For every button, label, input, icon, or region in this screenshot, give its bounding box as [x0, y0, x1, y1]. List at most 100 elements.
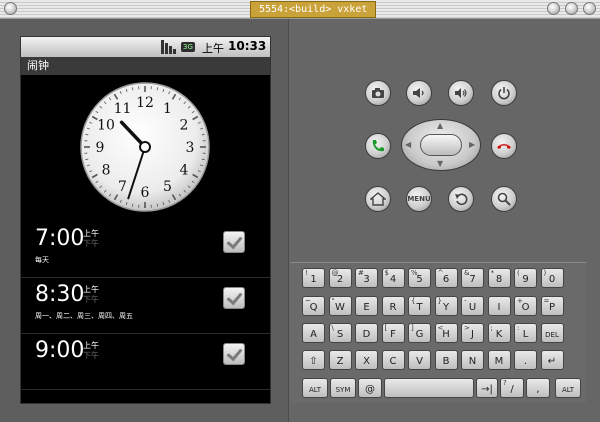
key[interactable]: ! 1	[302, 268, 325, 288]
key[interactable]: V	[408, 350, 431, 370]
key[interactable]: = P	[540, 296, 564, 316]
key[interactable]: N	[461, 350, 484, 370]
dpad-right-icon[interactable]: ▶	[469, 141, 475, 149]
dpad-center-button[interactable]	[420, 134, 462, 156]
key-label: ⇧	[309, 356, 318, 367]
alarm-enable-checkbox[interactable]	[223, 343, 245, 365]
menu-button[interactable]: MENU	[406, 186, 432, 212]
alarm-enable-checkbox[interactable]	[223, 287, 245, 309]
search-icon	[497, 192, 511, 206]
dpad-down-icon[interactable]: ▼	[437, 160, 443, 168]
clock-numeral: 10	[97, 118, 115, 134]
app-title-bar: 闹钟	[21, 57, 270, 75]
window-maximize-button[interactable]	[565, 2, 578, 15]
key[interactable]: @	[358, 378, 382, 398]
alarm-item[interactable]: 9:00 上午 下午	[21, 335, 270, 390]
key[interactable]: $4	[381, 268, 405, 288]
key[interactable]: ) 0	[540, 268, 564, 288]
phone-end-icon	[497, 144, 511, 149]
clock-numeral: 7	[118, 179, 127, 195]
key[interactable]: I	[487, 296, 511, 316]
window-close-button[interactable]	[583, 2, 596, 15]
status-bar[interactable]: 3G 上午 10:33	[21, 37, 270, 57]
camera-button[interactable]	[365, 80, 391, 106]
key[interactable]: < H	[434, 323, 458, 343]
home-button[interactable]	[365, 186, 391, 212]
alarm-item[interactable]: 8:30 上午 下午 周一、周二、周三、周四、周五	[21, 279, 270, 334]
window-menu-button[interactable]	[4, 2, 17, 15]
window-title-bar[interactable]: 5554:<build> vxket	[0, 0, 600, 19]
alarm-enable-checkbox[interactable]	[223, 231, 245, 253]
key[interactable]: \ S	[328, 323, 352, 343]
key[interactable]: A	[302, 323, 325, 343]
clock-numeral: 2	[180, 118, 189, 134]
space-key[interactable]	[384, 378, 474, 398]
key[interactable]: & 7	[461, 268, 484, 288]
device-screen[interactable]: 3G 上午 10:33 闹钟 12 1 2 3 4 5 6 7 8 9 10 11 7:00 上午 下…	[20, 36, 271, 404]
key[interactable]: {T	[408, 296, 431, 316]
key[interactable]: @2	[328, 268, 352, 288]
key[interactable]: ? /	[500, 378, 524, 398]
key[interactable]: #3	[355, 268, 378, 288]
back-button[interactable]	[448, 186, 474, 212]
dpad-up-icon[interactable]: ▲	[437, 122, 443, 130]
clock-numeral: 11	[114, 101, 132, 117]
key[interactable]: :L	[514, 323, 537, 343]
power-icon	[498, 87, 510, 100]
search-button[interactable]	[491, 186, 517, 212]
window-shade-button[interactable]	[547, 2, 560, 15]
key[interactable]: D	[355, 323, 378, 343]
key[interactable]: ,	[526, 378, 550, 398]
key-label: 2	[336, 274, 344, 285]
power-button[interactable]	[491, 80, 517, 106]
phone-call-icon	[372, 140, 384, 152]
key[interactable]: ^ 6	[434, 268, 458, 288]
key[interactable]: ] G	[408, 323, 431, 343]
key[interactable]: > J	[461, 323, 484, 343]
key[interactable]: * 8	[487, 268, 511, 288]
key-label: @	[365, 384, 375, 395]
key[interactable]: [F	[381, 323, 405, 343]
key[interactable]: →|	[476, 378, 498, 398]
key[interactable]: " W	[328, 296, 352, 316]
key[interactable]: DEL	[540, 323, 564, 343]
key-label: W	[335, 302, 345, 313]
clock-numeral: 1	[163, 101, 172, 117]
back-icon	[455, 193, 468, 206]
key[interactable]: M	[487, 350, 511, 370]
key[interactable]: R	[381, 296, 405, 316]
key[interactable]: -U	[461, 296, 484, 316]
key[interactable]: ; K	[487, 323, 511, 343]
key[interactable]: } Y	[434, 296, 458, 316]
key[interactable]: E	[355, 296, 378, 316]
key[interactable]: % 5	[408, 268, 431, 288]
end-call-button[interactable]	[491, 133, 517, 159]
key[interactable]: SYM	[330, 378, 356, 398]
key-label: DEL	[545, 331, 559, 339]
key[interactable]: ⇧	[302, 350, 325, 370]
call-button[interactable]	[365, 133, 391, 159]
alarm-repeat-days: 周一、周二、周三、周四、周五	[35, 312, 133, 320]
key[interactable]: + O	[514, 296, 537, 316]
key[interactable]: .	[514, 350, 537, 370]
key[interactable]: ~ Q	[302, 296, 325, 316]
key-label: D	[362, 329, 371, 340]
volume-up-button[interactable]	[448, 80, 474, 106]
key[interactable]: X	[355, 350, 378, 370]
volume-down-button[interactable]	[406, 80, 432, 106]
key[interactable]: Z	[328, 350, 352, 370]
key-label: Y	[442, 302, 450, 313]
key-label: R	[389, 302, 397, 313]
alarm-time: 9:00	[35, 338, 85, 363]
key-label: O	[521, 302, 530, 313]
key[interactable]: C	[381, 350, 405, 370]
key-label: →|	[481, 384, 493, 395]
key[interactable]: (9	[514, 268, 537, 288]
key[interactable]: ↵	[540, 350, 564, 370]
dpad-left-icon[interactable]: ◀	[405, 141, 411, 149]
key[interactable]: ALT	[555, 378, 581, 398]
alarm-item[interactable]: 7:00 上午 下午 每天	[21, 223, 270, 278]
key[interactable]: B	[434, 350, 458, 370]
key[interactable]: ALT	[302, 378, 328, 398]
analog-clock[interactable]: 12 12 3 45678 9 1011	[79, 81, 211, 213]
